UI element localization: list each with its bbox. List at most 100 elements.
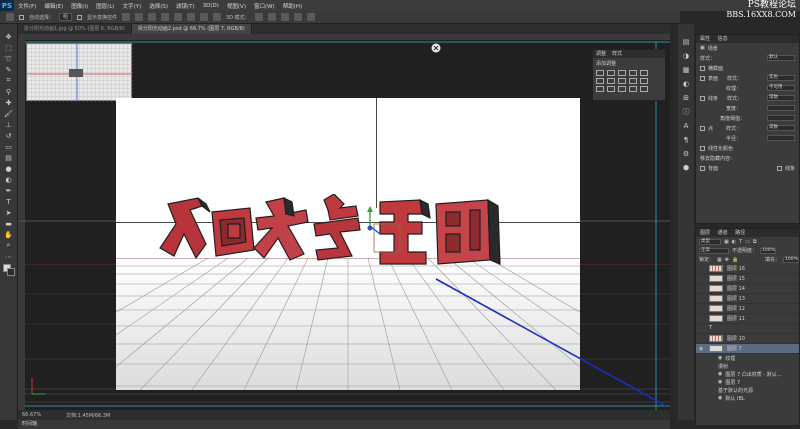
surface-checkbox[interactable] [700, 75, 705, 81]
hue-sat-icon[interactable] [596, 78, 604, 84]
history-icon[interactable]: ▤ [681, 38, 691, 46]
color-balance-icon[interactable] [607, 78, 615, 84]
menu-image[interactable]: 图像(I) [67, 2, 92, 10]
align-middle-icon[interactable] [135, 13, 144, 21]
zoom-icon[interactable]: ⌕ [3, 241, 14, 250]
exposure-icon[interactable] [629, 70, 637, 76]
align-center-icon[interactable] [174, 13, 183, 21]
width-input[interactable] [767, 105, 795, 111]
character-icon[interactable]: A [681, 122, 691, 130]
layer-row[interactable]: 图层 15 [696, 274, 799, 284]
style-dropdown[interactable]: 默认 [767, 55, 795, 61]
marquee-icon[interactable]: ⬚ [3, 43, 14, 52]
menu-view[interactable]: 视图(V) [223, 2, 250, 10]
layer-effect-row[interactable]: 基于默认的光源 [696, 386, 799, 394]
blend-mode-dropdown[interactable]: 正常 [699, 247, 729, 254]
color-icon[interactable]: ◑ [681, 52, 691, 60]
healing-icon[interactable]: ✚ [3, 98, 14, 107]
opacity-input[interactable]: 100% [760, 247, 777, 254]
layer-effect-row[interactable]: 漫射 [696, 362, 799, 370]
timeline-tab[interactable]: 时间轴 [18, 420, 670, 429]
3d-roll-icon[interactable] [267, 13, 276, 21]
history-brush-icon[interactable]: ↺ [3, 131, 14, 140]
zoom-level[interactable]: 66.67% [18, 412, 54, 418]
type-icon[interactable]: T [3, 197, 14, 206]
distribute-icon[interactable] [200, 13, 209, 21]
fill-input[interactable]: 100% [783, 256, 799, 263]
lock-pixels-icon[interactable]: ▦ [717, 257, 722, 263]
layer-row[interactable]: 图层 11 [696, 314, 799, 324]
hand-icon[interactable]: ✋ [3, 230, 14, 239]
menu-filter[interactable]: 滤镜(T) [172, 2, 199, 10]
angle-input[interactable] [767, 115, 795, 121]
radius-input[interactable] [767, 135, 795, 141]
menu-file[interactable]: 文件(F) [14, 2, 40, 10]
more-icon[interactable]: ⋯ [3, 252, 14, 261]
lasso-icon[interactable]: ➰ [3, 54, 14, 63]
doc-tab-2[interactable]: 拆分阳光动画2.psd @ 66.7% (图层 7, RGB/8) [131, 24, 252, 34]
align-left-icon[interactable] [161, 13, 170, 21]
texture-dropdown[interactable]: 不可用 [767, 85, 795, 91]
shape-icon[interactable]: ▬ [3, 219, 14, 228]
surface-style-dropdown[interactable]: 实色 [767, 75, 795, 81]
tab-info[interactable]: 信息 [718, 36, 728, 42]
gradient-map-icon[interactable] [629, 86, 637, 92]
layer-row[interactable]: 图层 13 [696, 294, 799, 304]
align-bottom-icon[interactable] [148, 13, 157, 21]
brush-icon[interactable]: 🖌 [3, 109, 14, 118]
filter-type-icon[interactable]: T [739, 239, 742, 245]
channel-mixer-icon[interactable] [640, 78, 648, 84]
filter-kind-dropdown[interactable]: 类型 [699, 238, 721, 245]
move-icon[interactable]: ✥ [3, 32, 14, 41]
tab-paths[interactable]: 路径 [735, 230, 745, 236]
crop-icon[interactable]: ⌗ [3, 76, 14, 85]
layer-row[interactable]: 图层 10 [696, 334, 799, 344]
dodge-icon[interactable]: ◐ [3, 175, 14, 184]
filter-pixel-icon[interactable]: ▣ [724, 239, 729, 245]
adjust-panel-icon[interactable]: ◐ [681, 80, 691, 88]
layer-row-selected[interactable]: ◉ 图层 7 [696, 344, 799, 354]
menu-layer[interactable]: 图层(L) [92, 2, 118, 10]
linearize-checkbox[interactable] [700, 145, 705, 151]
brightness-icon[interactable] [596, 70, 604, 76]
distribute-h-icon[interactable] [213, 13, 222, 21]
effect-eye-icon[interactable]: ◉ [718, 395, 722, 401]
layer-effect-row[interactable]: ◉ 图层 7 凸出材质 - 默认... [696, 370, 799, 378]
lines-checkbox[interactable] [700, 95, 705, 101]
auto-select-dropdown[interactable]: 组 [59, 13, 73, 21]
background-color-swatch[interactable] [7, 268, 15, 276]
align-right-icon[interactable] [187, 13, 196, 21]
layer-effect-row[interactable]: ◉ 图层 7 [696, 378, 799, 386]
points-style-dropdown[interactable]: 常数 [767, 125, 795, 131]
points-checkbox[interactable] [700, 125, 705, 131]
filter-shape-icon[interactable]: ▭ [745, 239, 750, 245]
canvas-area[interactable]: 调整 样式 添加调整 [18, 34, 670, 410]
visibility-icon[interactable]: ◉ [699, 346, 705, 352]
move-tool-icon[interactable] [6, 13, 14, 21]
tools-preset-icon[interactable]: ⚙ [681, 150, 691, 158]
layer-row[interactable]: 图层 16 [696, 264, 799, 274]
3d-rotate-icon[interactable] [254, 13, 263, 21]
path-select-icon[interactable]: ➤ [3, 208, 14, 217]
levels-icon[interactable] [607, 70, 615, 76]
paragraph-icon[interactable]: ¶ [681, 136, 691, 144]
info-icon[interactable]: ⓘ [681, 108, 691, 116]
invert-icon[interactable] [596, 86, 604, 92]
tab-adjustments[interactable]: 调整 [596, 50, 606, 58]
layer-row[interactable]: 图层 12 [696, 304, 799, 314]
filter-adjust-icon[interactable]: ◐ [732, 239, 736, 245]
tab-styles[interactable]: 样式 [612, 50, 622, 58]
3d-panel-icon[interactable]: ⬢ [681, 164, 691, 172]
effect-eye-icon[interactable]: ◉ [718, 355, 722, 361]
stamp-icon[interactable]: ⊥ [3, 120, 14, 129]
bw-icon[interactable] [618, 78, 626, 84]
lock-all-icon[interactable]: 🔒 [732, 257, 738, 263]
effect-eye-icon[interactable]: ◉ [718, 379, 722, 385]
menu-help[interactable]: 帮助(H) [279, 2, 306, 10]
eraser-icon[interactable]: ▭ [3, 142, 14, 151]
layer-effect-row[interactable]: ◉ 默认 IBL [696, 394, 799, 402]
styles-icon[interactable]: ⊞ [681, 94, 691, 102]
3d-slide-icon[interactable] [293, 13, 302, 21]
posterize-icon[interactable] [607, 86, 615, 92]
threshold-icon[interactable] [618, 86, 626, 92]
